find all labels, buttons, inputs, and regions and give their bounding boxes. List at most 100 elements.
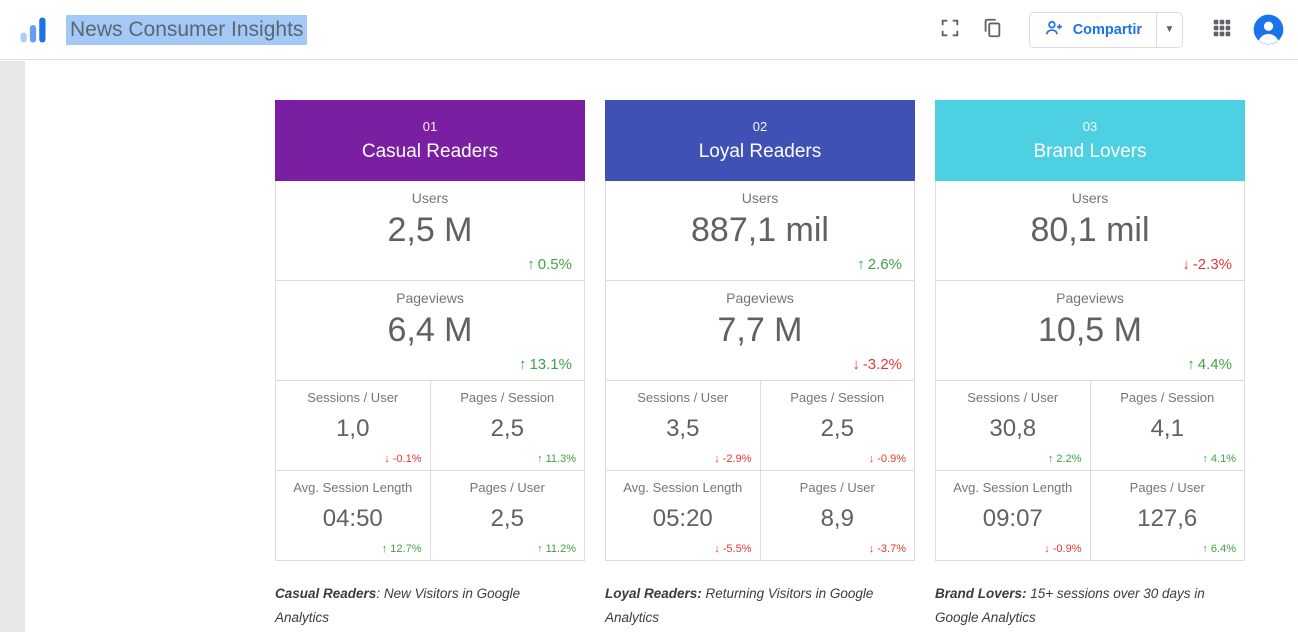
card-number: 03 (1083, 119, 1097, 134)
share-button-label: Compartir (1073, 22, 1142, 38)
footnote-term: Casual Readers (275, 586, 376, 601)
metric-label: Pages / Session (790, 390, 884, 405)
share-options-dropdown[interactable]: ▼ (1156, 13, 1182, 47)
metric-delta: 13.1% (519, 356, 572, 373)
metric-value: 05:20 (653, 505, 713, 533)
metric-delta: 12.7% (382, 543, 422, 555)
card-metrics: Users 80,1 mil -2.3% Pageviews 10,5 M 4.… (935, 181, 1245, 561)
metric-value: 2,5 (491, 505, 524, 533)
metric-value: 3,5 (666, 415, 699, 443)
card-metrics: Users 2,5 M 0.5% Pageviews 6,4 M 13.1% S… (275, 181, 585, 561)
card-title: Brand Lovers (1033, 141, 1146, 163)
card-header: 03 Brand Lovers (935, 100, 1245, 181)
metric-value: 8,9 (821, 505, 854, 533)
metric-label: Pageviews (726, 290, 794, 306)
card-number: 01 (423, 119, 437, 134)
copy-report-button[interactable] (979, 17, 1005, 43)
metric-avg-session-length: Avg. Session Length 05:20 -5.5% (606, 471, 760, 560)
metric-delta: 11.3% (537, 453, 576, 465)
metric-value: 7,7 M (717, 311, 802, 350)
metric-delta: 4.4% (1187, 356, 1232, 373)
footnote-loyal-readers: Loyal Readers: Returning Visitors in Goo… (605, 582, 907, 630)
metric-avg-session-length: Avg. Session Length 09:07 -0.9% (936, 471, 1090, 560)
metric-pageviews: Pageviews 10,5 M 4.4% (936, 281, 1244, 380)
scorecard-loyal-readers[interactable]: 02 Loyal Readers Users 887,1 mil 2.6% Pa… (605, 100, 915, 561)
person-add-icon (1044, 18, 1064, 42)
metric-delta: 2.6% (857, 256, 902, 273)
metric-label: Pageviews (396, 290, 464, 306)
metric-value: 887,1 mil (691, 211, 829, 250)
metric-delta: 11.2% (537, 543, 576, 555)
metric-users: Users 2,5 M 0.5% (276, 181, 584, 280)
card-metrics: Users 887,1 mil 2.6% Pageviews 7,7 M -3.… (605, 181, 915, 561)
metric-value: 2,5 (821, 415, 854, 443)
copy-icon (981, 17, 1003, 42)
card-number: 02 (753, 119, 767, 134)
metric-label: Users (1072, 190, 1109, 206)
fullscreen-button[interactable] (937, 17, 963, 43)
metric-delta: 6.4% (1202, 543, 1236, 555)
metric-delta: -3.7% (869, 543, 906, 555)
metric-pages-per-user: Pages / User 2,5 11.2% (431, 471, 585, 560)
metric-pages-per-session: Pages / Session 4,1 4.1% (1091, 381, 1245, 470)
metric-pages-per-session: Pages / Session 2,5 -0.9% (761, 381, 915, 470)
chevron-down-icon: ▼ (1165, 24, 1175, 35)
footnote-brand-lovers: Brand Lovers: 15+ sessions over 30 days … (935, 582, 1237, 630)
metric-delta: -0.1% (384, 453, 421, 465)
metric-delta: 0.5% (527, 256, 572, 273)
looker-studio-report-viewer: News Consumer Insights (0, 0, 1298, 632)
card-title: Loyal Readers (699, 141, 822, 163)
metric-label: Users (742, 190, 779, 206)
metric-value: 30,8 (989, 415, 1036, 443)
metric-label: Sessions / User (307, 390, 398, 405)
metric-value: 04:50 (323, 505, 383, 533)
metric-label: Pages / Session (1120, 390, 1214, 405)
metric-value: 6,4 M (387, 311, 472, 350)
card-header: 01 Casual Readers (275, 100, 585, 181)
datastudio-logo-icon[interactable] (18, 15, 48, 45)
metric-value: 127,6 (1137, 505, 1197, 533)
metric-value: 80,1 mil (1030, 211, 1149, 250)
metric-value: 4,1 (1151, 415, 1184, 443)
metric-label: Pages / User (800, 480, 875, 495)
metric-pageviews: Pageviews 6,4 M 13.1% (276, 281, 584, 380)
metric-label: Avg. Session Length (293, 480, 412, 495)
canvas-left-gutter (0, 61, 25, 632)
share-button-main[interactable]: Compartir (1030, 13, 1156, 47)
metric-value: 09:07 (983, 505, 1043, 533)
metric-avg-session-length: Avg. Session Length 04:50 12.7% (276, 471, 430, 560)
scorecard-brand-lovers[interactable]: 03 Brand Lovers Users 80,1 mil -2.3% Pag… (935, 100, 1245, 561)
metric-label: Pages / User (470, 480, 545, 495)
metric-pages-per-session: Pages / Session 2,5 11.3% (431, 381, 585, 470)
app-bar: News Consumer Insights (0, 0, 1298, 60)
apps-grid-button[interactable] (1209, 17, 1235, 43)
report-title[interactable]: News Consumer Insights (66, 15, 307, 45)
metric-sessions-per-user: Sessions / User 30,8 2.2% (936, 381, 1090, 470)
footnote-casual-readers: Casual Readers: New Visitors in Google A… (275, 582, 577, 630)
footnote-term: Loyal Readers: (605, 586, 702, 601)
app-bar-actions: Compartir ▼ (937, 12, 1284, 48)
card-title: Casual Readers (362, 141, 498, 163)
metric-label: Pages / Session (460, 390, 554, 405)
metric-pages-per-user: Pages / User 127,6 6.4% (1091, 471, 1245, 560)
metric-users: Users 887,1 mil 2.6% (606, 181, 914, 280)
metric-delta: 4.1% (1202, 453, 1236, 465)
metric-pageviews: Pageviews 7,7 M -3.2% (606, 281, 914, 380)
metric-label: Avg. Session Length (953, 480, 1072, 495)
metric-value: 2,5 M (387, 211, 472, 250)
metric-delta: -3.2% (852, 356, 902, 373)
footnote-term: Brand Lovers: (935, 586, 1027, 601)
metric-label: Pageviews (1056, 290, 1124, 306)
metric-label: Avg. Session Length (623, 480, 742, 495)
avatar[interactable] (1253, 14, 1284, 45)
share-button[interactable]: Compartir ▼ (1029, 12, 1183, 48)
metric-sessions-per-user: Sessions / User 1,0 -0.1% (276, 381, 430, 470)
metric-delta: -5.5% (714, 543, 751, 555)
metric-label: Pages / User (1130, 480, 1205, 495)
metric-label: Sessions / User (967, 390, 1058, 405)
metric-label: Sessions / User (637, 390, 728, 405)
metric-value: 1,0 (336, 415, 369, 443)
metric-label: Users (412, 190, 449, 206)
metric-sessions-per-user: Sessions / User 3,5 -2.9% (606, 381, 760, 470)
scorecard-casual-readers[interactable]: 01 Casual Readers Users 2,5 M 0.5% Pagev… (275, 100, 585, 561)
